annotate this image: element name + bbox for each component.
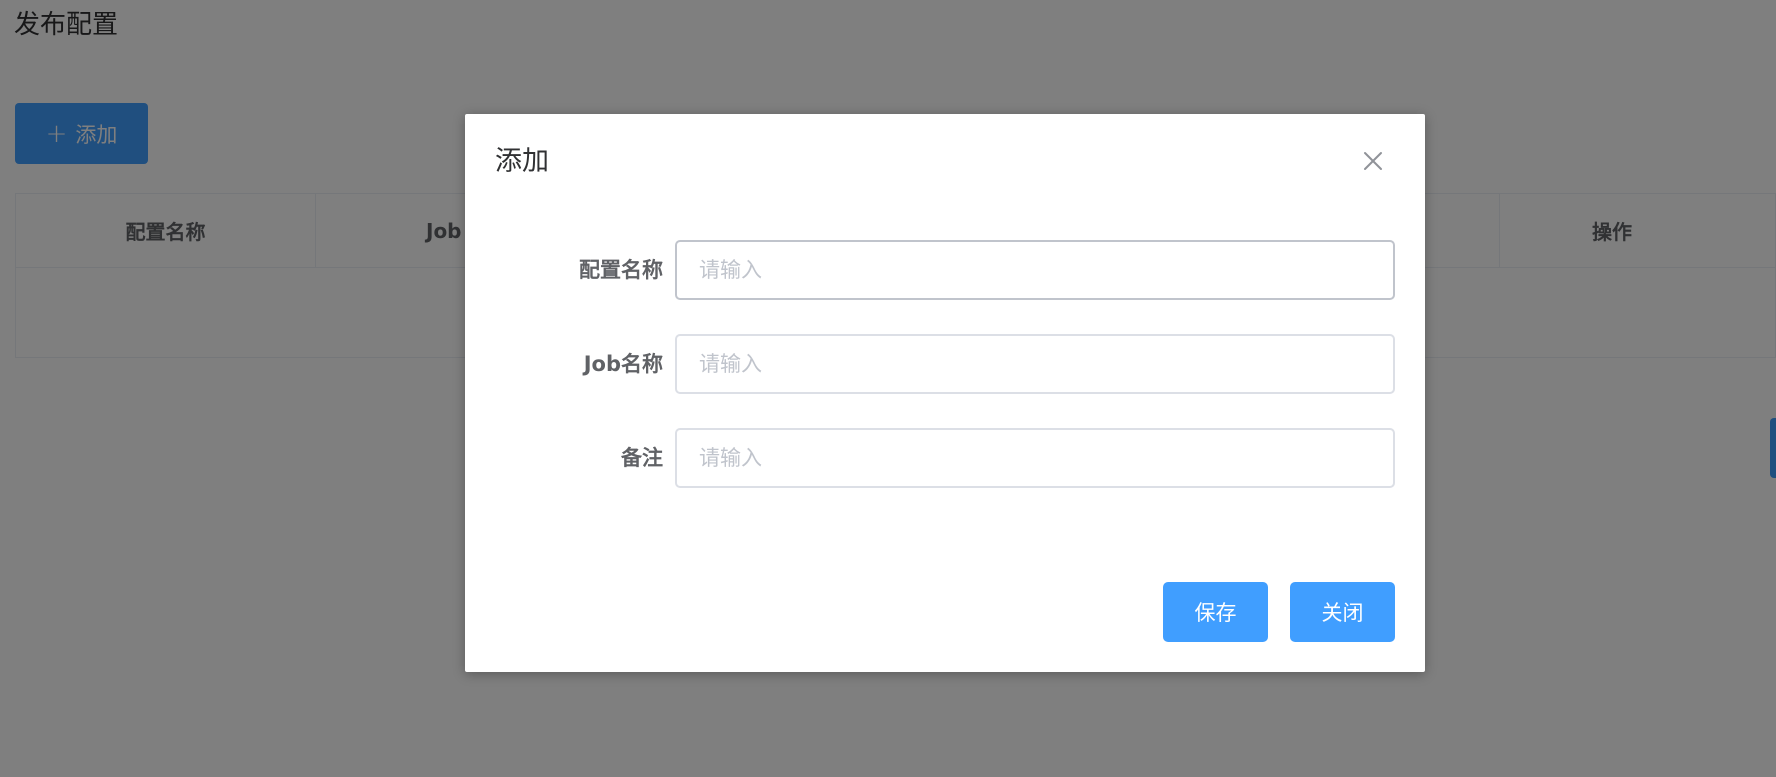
save-button[interactable]: 保存 bbox=[1163, 582, 1268, 642]
form-row-remark: 备注 bbox=[465, 428, 1425, 488]
close-icon[interactable] bbox=[1361, 149, 1385, 173]
form-row-job-name: Job名称 bbox=[465, 334, 1425, 394]
remark-input[interactable] bbox=[675, 428, 1395, 488]
config-name-input[interactable] bbox=[675, 240, 1395, 300]
dialog-title: 添加 bbox=[495, 146, 549, 177]
form-row-config-name: 配置名称 bbox=[465, 240, 1425, 300]
close-button[interactable]: 关闭 bbox=[1290, 582, 1395, 642]
job-name-input[interactable] bbox=[675, 334, 1395, 394]
job-name-label: Job名称 bbox=[583, 352, 663, 376]
config-name-label: 配置名称 bbox=[579, 258, 663, 282]
add-dialog: 添加 配置名称 Job名称 备注 保存 关闭 bbox=[465, 114, 1425, 672]
remark-label: 备注 bbox=[621, 446, 663, 470]
